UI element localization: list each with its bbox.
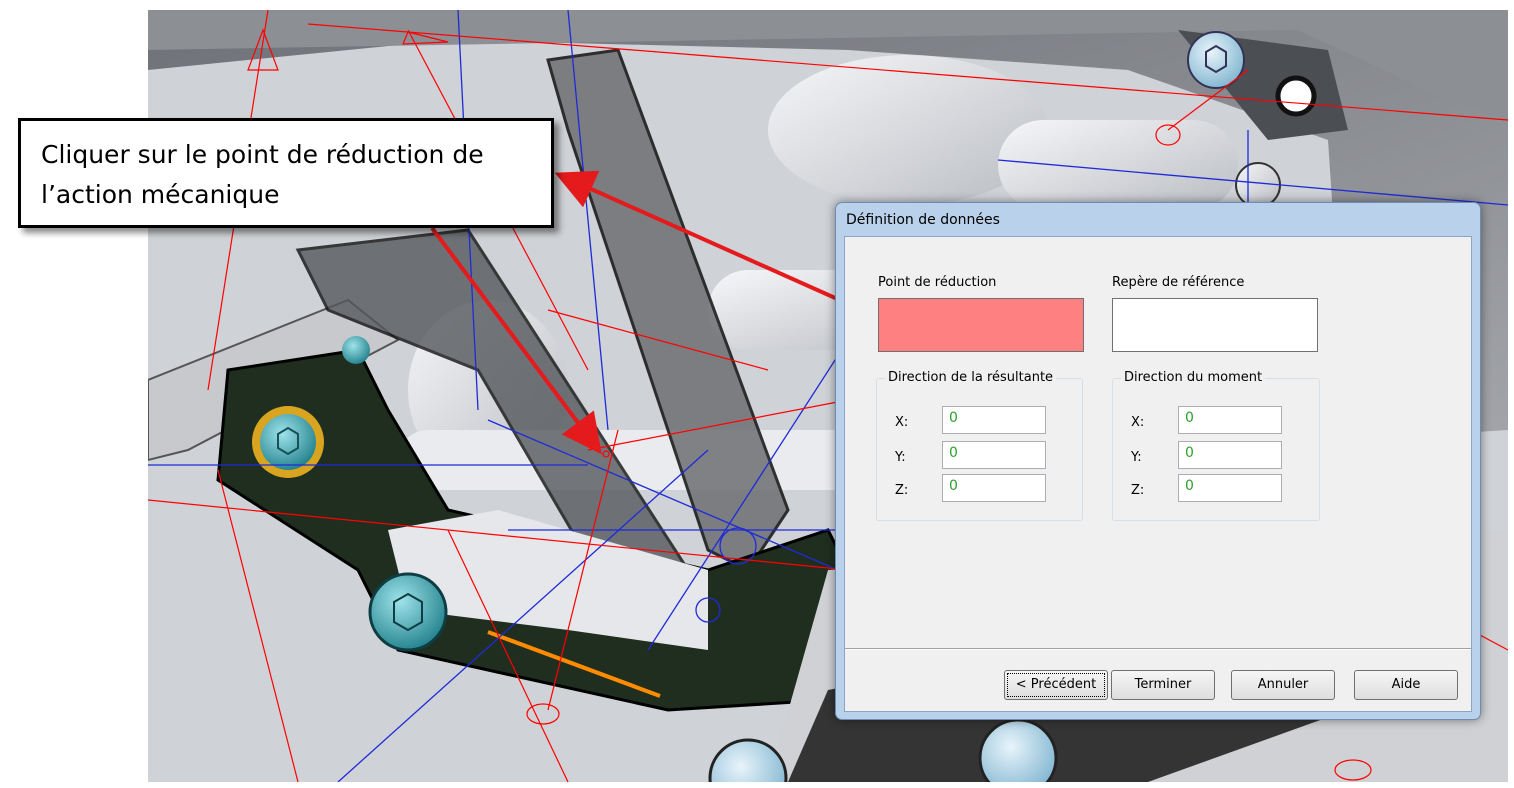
callout-line-1: Cliquer sur le point de réduction de <box>41 140 484 169</box>
resultante-x-input[interactable]: 0 <box>942 406 1046 434</box>
help-button[interactable]: Aide <box>1354 670 1458 700</box>
resultante-group-title: Direction de la résultante <box>885 370 1057 385</box>
moment-y-input[interactable]: 0 <box>1178 441 1282 469</box>
moment-y-label: Y: <box>1131 450 1142 465</box>
repere-reference-label: Repère de référence <box>1112 275 1245 290</box>
dialog-title: Définition de données <box>846 212 1000 228</box>
resultante-z-input[interactable]: 0 <box>942 474 1046 502</box>
moment-group-title: Direction du moment <box>1121 370 1266 385</box>
point-reduction-field[interactable] <box>878 298 1084 352</box>
callout-line-2: l’action mécanique <box>41 180 280 209</box>
dialog-client-area: Point de réduction Repère de référence D… <box>844 236 1472 712</box>
moment-x-input[interactable]: 0 <box>1178 406 1282 434</box>
resultante-y-label: Y: <box>895 450 906 465</box>
cancel-button[interactable]: Annuler <box>1231 670 1335 700</box>
previous-button[interactable]: < Précédent <box>1004 670 1108 700</box>
resultante-z-label: Z: <box>895 483 909 498</box>
moment-x-label: X: <box>1131 415 1145 430</box>
instruction-callout: Cliquer sur le point de réduction de l’a… <box>18 118 554 228</box>
moment-z-label: Z: <box>1131 483 1145 498</box>
finish-button[interactable]: Terminer <box>1111 670 1215 700</box>
resultante-x-label: X: <box>895 415 909 430</box>
resultante-y-input[interactable]: 0 <box>942 441 1046 469</box>
dialog-separator <box>845 648 1471 650</box>
point-reduction-label: Point de réduction <box>878 275 997 290</box>
data-definition-dialog: Définition de données Point de réduction… <box>835 202 1481 720</box>
moment-z-input[interactable]: 0 <box>1178 474 1282 502</box>
resultante-group: Direction de la résultante X: 0 Y: 0 Z: … <box>876 370 1083 521</box>
repere-reference-field[interactable] <box>1112 298 1318 352</box>
moment-group: Direction du moment X: 0 Y: 0 Z: 0 <box>1112 370 1320 521</box>
